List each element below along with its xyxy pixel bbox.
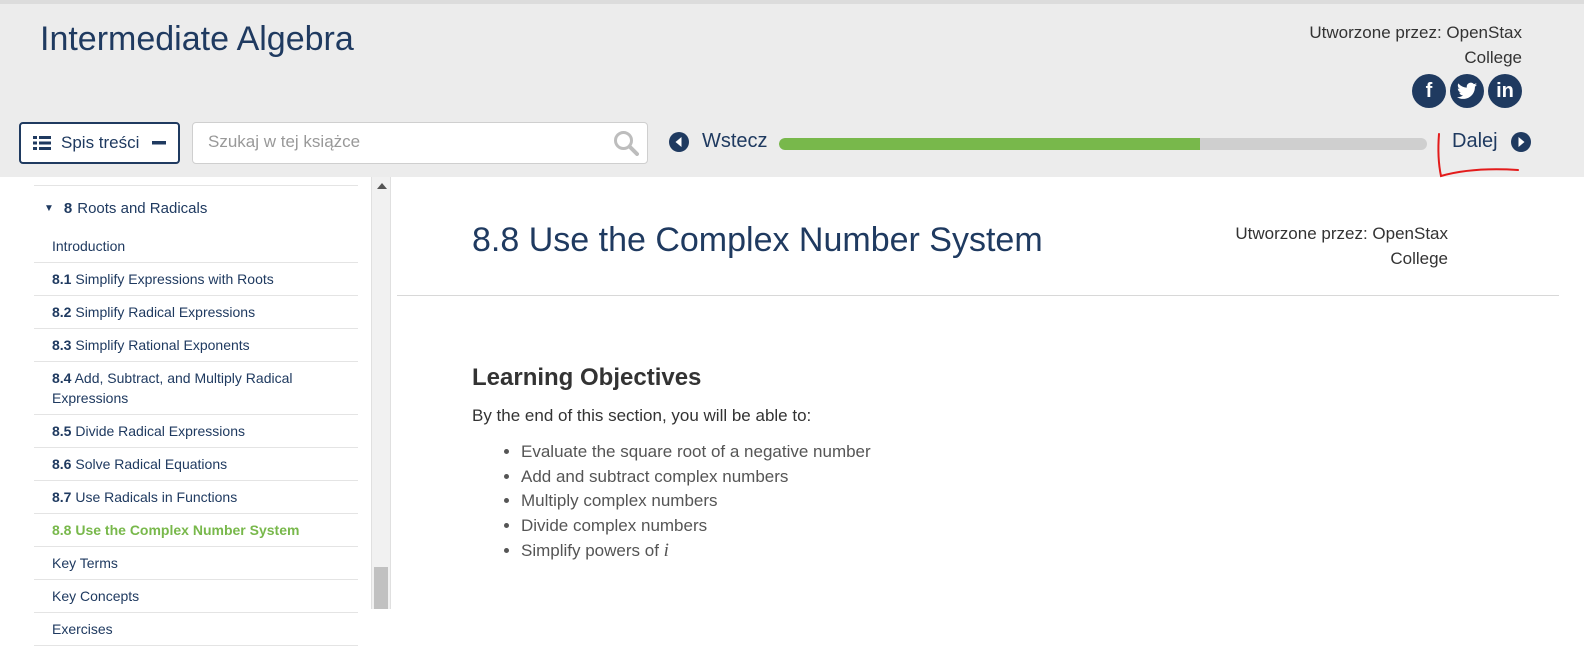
chapter-number: 8 <box>63 199 73 217</box>
linkedin-icon[interactable]: in <box>1488 74 1522 108</box>
search-input[interactable] <box>193 123 623 161</box>
search-box <box>192 122 648 164</box>
toc-item-number: 8.2 <box>52 304 72 320</box>
twitter-icon[interactable] <box>1450 74 1484 108</box>
content-author: Utworzone przez: OpenStax College <box>1148 221 1448 271</box>
reading-progress-bar <box>779 138 1427 150</box>
toc-item-8-2[interactable]: 8.2 Simplify Radical Expressions <box>34 296 358 329</box>
toc-item-label: Key Terms <box>52 555 118 571</box>
toc-item-label: Divide Radical Expressions <box>75 423 245 439</box>
toc-item-key-terms[interactable]: Key Terms <box>34 547 358 580</box>
toc-item-label: Use the Complex Number System <box>75 522 300 538</box>
scroll-up-arrow-icon[interactable] <box>377 183 387 189</box>
toc-item-label: Key Concepts <box>52 588 140 604</box>
toc-item-label: Add, Subtract, and Multiply Radical Expr… <box>52 370 293 406</box>
toc-item-number: 8.4 <box>52 370 72 386</box>
sidebar-scrollbar[interactable] <box>371 177 391 609</box>
toc-sidebar: ▼ 8 Roots and Radicals Introduction 8.1 … <box>0 177 392 646</box>
page-title: 8.8 Use the Complex Number System <box>472 220 1043 259</box>
toc-item-number: 8.8 <box>52 522 72 538</box>
math-variable: i <box>663 539 669 561</box>
arrow-left-circle-icon <box>669 131 689 152</box>
scroll-thumb[interactable] <box>374 567 388 609</box>
toc-item-label: Simplify Radical Expressions <box>75 304 256 320</box>
toc-item-label: Simplify Expressions with Roots <box>75 271 274 287</box>
social-links: f in <box>1412 74 1522 108</box>
search-icon[interactable] <box>613 130 639 156</box>
list-item-text: Simplify powers of <box>521 540 664 560</box>
author-line-1: Utworzone przez: OpenStax <box>1309 23 1522 42</box>
toc-item-label: Use Radicals in Functions <box>75 489 238 505</box>
toc-item-label: Simplify Rational Exponents <box>75 337 250 353</box>
learning-objectives-intro: By the end of this section, you will be … <box>472 406 812 425</box>
toc-item-label: Introduction <box>52 238 126 254</box>
toc-item-8-6[interactable]: 8.6 Solve Radical Equations <box>34 448 358 481</box>
back-label: Wstecz <box>702 130 768 152</box>
learning-objectives-list: Evaluate the square root of a negative n… <box>472 440 871 564</box>
toc-list: ▼ 8 Roots and Radicals Introduction 8.1 … <box>34 185 358 646</box>
toc-item-number: 8.5 <box>52 423 72 439</box>
header-bar: Intermediate Algebra Utworzone przez: Op… <box>0 0 1584 178</box>
facebook-icon[interactable]: f <box>1412 74 1446 108</box>
toc-item-label: Solve Radical Equations <box>75 456 228 472</box>
chapter-title: Roots and Radicals <box>77 199 208 217</box>
toc-item-8-1[interactable]: 8.1 Simplify Expressions with Roots <box>34 263 358 296</box>
toc-item-8-8-active[interactable]: 8.8 Use the Complex Number System <box>34 514 358 547</box>
learning-objectives-heading: Learning Objectives <box>472 364 702 391</box>
list-item: Evaluate the square root of a negative n… <box>521 440 871 465</box>
toc-item-8-3[interactable]: 8.3 Simplify Rational Exponents <box>34 329 358 362</box>
toc-item-8-4[interactable]: 8.4 Add, Subtract, and Multiply Radical … <box>34 362 358 415</box>
toc-item-label: Exercises <box>52 621 113 637</box>
list-item: Add and subtract complex numbers <box>521 465 871 490</box>
toc-item-number: 8.3 <box>52 337 72 353</box>
list-item: Multiply complex numbers <box>521 489 871 514</box>
minus-icon <box>152 141 166 145</box>
list-icon <box>33 136 51 150</box>
toc-item-number: 8.7 <box>52 489 72 505</box>
toc-item-8-5[interactable]: 8.5 Divide Radical Expressions <box>34 415 358 448</box>
progress-fill <box>779 138 1201 150</box>
toc-button-label: Spis treści <box>61 133 140 152</box>
book-title[interactable]: Intermediate Algebra <box>40 20 354 59</box>
list-item: Divide complex numbers <box>521 514 871 539</box>
content-author-line-1: Utworzone przez: OpenStax <box>1235 224 1448 243</box>
toc-item-introduction[interactable]: Introduction <box>34 230 358 263</box>
author-line-2: College <box>1464 48 1522 67</box>
toc-item-8-7[interactable]: 8.7 Use Radicals in Functions <box>34 481 358 514</box>
content-divider <box>397 295 1559 296</box>
header-author: Utworzone przez: OpenStax College <box>1222 20 1522 70</box>
toc-toggle-button[interactable]: Spis treści <box>19 122 180 164</box>
red-underline-annotation <box>1437 133 1519 178</box>
toc-item-exercises[interactable]: Exercises <box>34 613 358 646</box>
collapse-triangle-icon[interactable]: ▼ <box>44 203 54 214</box>
toc-item-key-concepts[interactable]: Key Concepts <box>34 580 358 613</box>
toc-item-number: 8.6 <box>52 456 72 472</box>
content-author-line-2: College <box>1390 249 1448 268</box>
toc-item-number: 8.1 <box>52 271 72 287</box>
toc-chapter-8[interactable]: ▼ 8 Roots and Radicals <box>34 185 358 230</box>
list-item: Simplify powers of i <box>521 539 871 564</box>
back-button[interactable]: Wstecz <box>668 130 768 153</box>
